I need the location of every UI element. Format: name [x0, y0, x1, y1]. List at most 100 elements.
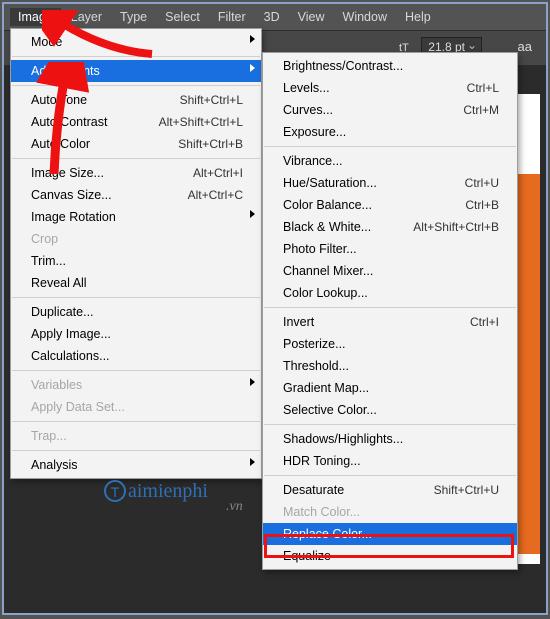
- menu-item-label: Analysis: [31, 456, 243, 474]
- image-menu-item-adjustments[interactable]: Adjustments: [11, 60, 261, 82]
- menu-item-label: Auto Contrast: [31, 113, 159, 131]
- menu-item-shortcut: Shift+Ctrl+B: [178, 135, 243, 153]
- menu-item-label: Trap...: [31, 427, 243, 445]
- menu-item-label: Selective Color...: [283, 401, 499, 419]
- adjust-menu-item-invert[interactable]: InvertCtrl+I: [263, 311, 517, 333]
- adjust-menu-item-hdr-toning[interactable]: HDR Toning...: [263, 450, 517, 472]
- adjust-menu-item-vibrance[interactable]: Vibrance...: [263, 150, 517, 172]
- submenu-arrow-icon: [250, 378, 255, 386]
- menu-item-label: Duplicate...: [31, 303, 243, 321]
- menu-item-label: Channel Mixer...: [283, 262, 499, 280]
- menu-item-shortcut: Alt+Ctrl+I: [193, 164, 243, 182]
- menu-item-label: Mode: [31, 33, 243, 51]
- menu-item-label: Color Balance...: [283, 196, 465, 214]
- adjust-menu-item-selective-color[interactable]: Selective Color...: [263, 399, 517, 421]
- menu-item-label: Equalize: [283, 547, 499, 565]
- menu-item-label: Threshold...: [283, 357, 499, 375]
- image-menu-item-variables: Variables: [11, 374, 261, 396]
- menu-item-label: Vibrance...: [283, 152, 499, 170]
- menu-item-label: Image Size...: [31, 164, 193, 182]
- image-menu-item-analysis[interactable]: Analysis: [11, 454, 261, 476]
- menubar-item-select[interactable]: Select: [157, 8, 208, 26]
- adjust-menu-item-gradient-map[interactable]: Gradient Map...: [263, 377, 517, 399]
- menu-item-label: Color Lookup...: [283, 284, 499, 302]
- menu-item-label: Desaturate: [283, 481, 434, 499]
- menu-item-shortcut: Ctrl+L: [467, 79, 499, 97]
- image-menu-item-reveal-all[interactable]: Reveal All: [11, 272, 261, 294]
- image-menu-separator: [12, 85, 260, 86]
- menubar: ImageLayerTypeSelectFilter3DViewWindowHe…: [4, 4, 546, 30]
- menu-item-label: Brightness/Contrast...: [283, 57, 499, 75]
- adjust-menu-item-color-lookup[interactable]: Color Lookup...: [263, 282, 517, 304]
- menu-item-label: Replace Color...: [283, 525, 499, 543]
- menu-item-label: HDR Toning...: [283, 452, 499, 470]
- image-menu-item-calculations[interactable]: Calculations...: [11, 345, 261, 367]
- adjust-menu-item-threshold[interactable]: Threshold...: [263, 355, 517, 377]
- menu-item-label: Shadows/Highlights...: [283, 430, 499, 448]
- menu-item-shortcut: Ctrl+M: [463, 101, 499, 119]
- menu-item-label: Apply Image...: [31, 325, 243, 343]
- adjust-menu-item-color-balance[interactable]: Color Balance...Ctrl+B: [263, 194, 517, 216]
- submenu-arrow-icon: [250, 458, 255, 466]
- adjust-menu-item-brightness-contrast[interactable]: Brightness/Contrast...: [263, 55, 517, 77]
- menubar-item-image[interactable]: Image: [10, 8, 61, 26]
- image-menu-item-auto-color[interactable]: Auto ColorShift+Ctrl+B: [11, 133, 261, 155]
- menubar-item-window[interactable]: Window: [335, 8, 395, 26]
- adjust-menu-item-curves[interactable]: Curves...Ctrl+M: [263, 99, 517, 121]
- adjust-menu-item-photo-filter[interactable]: Photo Filter...: [263, 238, 517, 260]
- adjust-menu-item-black-white[interactable]: Black & White...Alt+Shift+Ctrl+B: [263, 216, 517, 238]
- image-menu-item-image-rotation[interactable]: Image Rotation: [11, 206, 261, 228]
- adjust-menu-item-levels[interactable]: Levels...Ctrl+L: [263, 77, 517, 99]
- image-menu-separator: [12, 370, 260, 371]
- image-menu: ModeAdjustmentsAuto ToneShift+Ctrl+LAuto…: [10, 28, 262, 479]
- adjust-menu-item-posterize[interactable]: Posterize...: [263, 333, 517, 355]
- adjust-menu-item-desaturate[interactable]: DesaturateShift+Ctrl+U: [263, 479, 517, 501]
- menu-item-label: Black & White...: [283, 218, 413, 236]
- menu-item-label: Auto Tone: [31, 91, 180, 109]
- antialias-label[interactable]: aa: [518, 39, 532, 54]
- adjust-menu-item-equalize[interactable]: Equalize: [263, 545, 517, 567]
- image-menu-separator: [12, 158, 260, 159]
- image-menu-separator: [12, 297, 260, 298]
- menu-item-label: Curves...: [283, 101, 463, 119]
- menu-item-label: Canvas Size...: [31, 186, 188, 204]
- image-menu-item-auto-contrast[interactable]: Auto ContrastAlt+Shift+Ctrl+L: [11, 111, 261, 133]
- adjust-menu-item-exposure[interactable]: Exposure...: [263, 121, 517, 143]
- adjust-menu-separator: [264, 307, 516, 308]
- menubar-item-help[interactable]: Help: [397, 8, 439, 26]
- menu-item-label: Hue/Saturation...: [283, 174, 465, 192]
- menu-item-shortcut: Shift+Ctrl+L: [180, 91, 243, 109]
- adjust-menu-item-match-color: Match Color...: [263, 501, 517, 523]
- menubar-item-type[interactable]: Type: [112, 8, 155, 26]
- submenu-arrow-icon: [250, 35, 255, 43]
- menu-item-label: Auto Color: [31, 135, 178, 153]
- menu-item-label: Posterize...: [283, 335, 499, 353]
- watermark: Taimienphi .vn: [104, 480, 243, 515]
- image-menu-item-trim[interactable]: Trim...: [11, 250, 261, 272]
- image-menu-item-apply-image[interactable]: Apply Image...: [11, 323, 261, 345]
- image-menu-item-canvas-size[interactable]: Canvas Size...Alt+Ctrl+C: [11, 184, 261, 206]
- menu-item-shortcut: Alt+Ctrl+C: [188, 186, 243, 204]
- image-menu-item-duplicate[interactable]: Duplicate...: [11, 301, 261, 323]
- image-menu-item-auto-tone[interactable]: Auto ToneShift+Ctrl+L: [11, 89, 261, 111]
- menu-item-label: Adjustments: [31, 62, 243, 80]
- menu-item-label: Crop: [31, 230, 243, 248]
- adjust-menu-item-channel-mixer[interactable]: Channel Mixer...: [263, 260, 517, 282]
- menubar-item-3d[interactable]: 3D: [256, 8, 288, 26]
- image-menu-item-crop: Crop: [11, 228, 261, 250]
- menu-item-label: Exposure...: [283, 123, 499, 141]
- image-menu-item-apply-data-set: Apply Data Set...: [11, 396, 261, 418]
- menu-item-label: Reveal All: [31, 274, 243, 292]
- menubar-item-filter[interactable]: Filter: [210, 8, 254, 26]
- image-menu-item-mode[interactable]: Mode: [11, 31, 261, 53]
- adjust-menu-item-replace-color[interactable]: Replace Color...: [263, 523, 517, 545]
- image-menu-item-image-size[interactable]: Image Size...Alt+Ctrl+I: [11, 162, 261, 184]
- menubar-item-view[interactable]: View: [290, 8, 333, 26]
- menu-item-shortcut: Ctrl+I: [470, 313, 499, 331]
- menu-item-shortcut: Shift+Ctrl+U: [434, 481, 499, 499]
- adjust-menu-item-shadows-highlights[interactable]: Shadows/Highlights...: [263, 428, 517, 450]
- adjust-menu-separator: [264, 424, 516, 425]
- adjust-menu-item-hue-saturation[interactable]: Hue/Saturation...Ctrl+U: [263, 172, 517, 194]
- menu-item-label: Variables: [31, 376, 243, 394]
- menubar-item-layer[interactable]: Layer: [63, 8, 110, 26]
